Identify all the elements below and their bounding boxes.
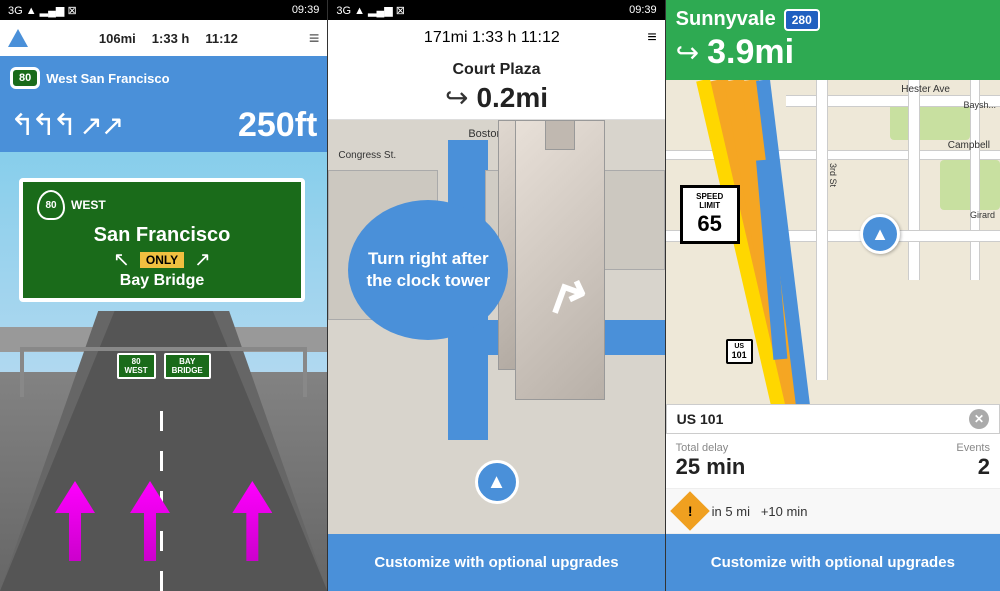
sign-arrow-left: ↖ bbox=[113, 247, 130, 272]
direction-banner-1: 80 West San Francisco bbox=[0, 56, 327, 100]
speed-limit-sign: SPEEDLIMIT 65 bbox=[680, 185, 740, 244]
street-v-1 bbox=[908, 80, 920, 280]
delay-label: Total delay bbox=[676, 442, 746, 454]
nav-stats-1: 106mi 1:33 h 11:12 bbox=[99, 31, 238, 46]
highway-101-badge: US 101 bbox=[726, 339, 753, 364]
signal-left: 3G ▲ ▂▄▆ ⊠ bbox=[8, 4, 77, 17]
street-v-2 bbox=[970, 80, 980, 280]
arrows-distance-banner: ↰↰↰ ↗↗ 250ft bbox=[0, 100, 327, 152]
nav-header-3: Sunnyvale 280 ↪ 3.9mi bbox=[666, 0, 1000, 80]
traffic-incident: ! in 5 mi +10 min bbox=[666, 489, 1000, 534]
gantry: 80WEST BAYBRIDGE bbox=[0, 347, 327, 387]
speed-limit-text: SPEEDLIMIT bbox=[691, 192, 729, 211]
delay-value: 25 min bbox=[676, 454, 746, 480]
customize-bar-2[interactable]: Customize with optional upgrades bbox=[328, 534, 664, 591]
nav-compass-2: ▲ bbox=[475, 460, 519, 504]
customize-bar-3[interactable]: Customize with optional upgrades bbox=[666, 534, 1000, 591]
sign-header: 80 WEST bbox=[37, 190, 287, 220]
gantry-post-left bbox=[20, 347, 24, 397]
route-direction: West San Francisco bbox=[46, 71, 317, 86]
distance-row-3: ↪ 3.9mi bbox=[676, 33, 990, 72]
warning-diamond-icon: ! bbox=[670, 491, 710, 531]
speed-number: 65 bbox=[691, 211, 729, 237]
road-view: 80 WEST San Francisco ↖ ONLY ↗ Bay Bridg… bbox=[0, 152, 327, 591]
map-area-3: Campbell Hester Ave Baysh... 3rd St Gira… bbox=[666, 80, 1000, 404]
turn-right-icon: ↪ bbox=[445, 81, 468, 114]
distance-3: 3.9mi bbox=[707, 33, 794, 72]
eta-stat-2: 11:12 bbox=[521, 29, 560, 46]
sign-bottom-row: ↖ ONLY ↗ bbox=[37, 247, 287, 272]
highway-sign: 80 WEST San Francisco ↖ ONLY ↗ Bay Bridg… bbox=[19, 178, 305, 302]
sign-city: San Francisco bbox=[37, 224, 287, 247]
distance-large-2: 0.2mi bbox=[476, 82, 548, 114]
customize-label-3: Customize with optional upgrades bbox=[711, 554, 955, 571]
clock-tower bbox=[515, 120, 605, 400]
highway-shield: 280 bbox=[784, 9, 820, 31]
sign-direction: WEST bbox=[71, 198, 106, 212]
nav-header-1: 106mi 1:33 h 11:12 ≡ bbox=[0, 20, 327, 56]
sign-arrow-right: ↗ bbox=[194, 247, 211, 272]
shield-number: 80 bbox=[45, 200, 56, 211]
customize-label-2: Customize with optional upgrades bbox=[374, 554, 618, 571]
bubble-text: Turn right after the clock tower bbox=[364, 248, 492, 292]
panel-1-highway: 3G ▲ ▂▄▆ ⊠ 09:39 106mi 1:33 h 11:12 ≡ 80… bbox=[0, 0, 327, 591]
city-name: Sunnyvale bbox=[676, 8, 776, 31]
gantry-signs: 80WEST BAYBRIDGE bbox=[40, 353, 287, 379]
sign-line2: Bay Bridge bbox=[37, 272, 287, 290]
incident-distance: in 5 mi bbox=[712, 504, 750, 519]
distance-stat: 106mi bbox=[99, 31, 136, 46]
us-text: US bbox=[732, 343, 747, 350]
highway-num: 101 bbox=[732, 350, 747, 360]
turn-right-3: ↪ bbox=[676, 36, 699, 69]
direction-banner-2: Court Plaza ↪ 0.2mi bbox=[328, 56, 664, 120]
map-3d: Boston Congress St. Br... ↱ Turn right a… bbox=[328, 120, 664, 534]
incident-delay: +10 min bbox=[761, 504, 808, 519]
shield-num: 80 bbox=[19, 72, 31, 84]
events-label: Events bbox=[956, 442, 990, 454]
incident-text: in 5 mi +10 min bbox=[712, 504, 808, 519]
gantry-beam bbox=[20, 347, 307, 351]
traffic-row: Total delay 25 min Events 2 bbox=[676, 442, 990, 480]
direction-row-2: ↪ 0.2mi bbox=[445, 81, 548, 114]
nav-stats-2: 171mi 1:33 h 11:12 bbox=[424, 29, 560, 47]
duration-stat: 1:33 h bbox=[152, 31, 190, 46]
panel-3-traffic: Sunnyvale 280 ↪ 3.9mi Campbell Hester Av… bbox=[666, 0, 1000, 591]
nav-triangle-icon bbox=[8, 29, 28, 47]
time-1: 09:39 bbox=[292, 4, 320, 16]
duration-stat-2: 1:33 h bbox=[472, 29, 516, 46]
gantry-sign-2: BAYBRIDGE bbox=[164, 353, 211, 379]
turn-arrows: ↰↰↰ bbox=[10, 108, 73, 143]
sunnyvale-row: Sunnyvale 280 bbox=[676, 8, 990, 31]
gantry-sign-1: 80WEST bbox=[117, 353, 156, 379]
events-value: 2 bbox=[956, 454, 990, 480]
delay-section: Total delay 25 min bbox=[676, 442, 746, 480]
distance-feet: 250ft bbox=[238, 106, 317, 145]
speech-bubble: Turn right after the clock tower bbox=[348, 200, 508, 340]
menu-icon-2[interactable]: ≡ bbox=[647, 29, 656, 47]
compass-arrow-3: ▲ bbox=[860, 214, 900, 254]
us101-label: US 101 bbox=[677, 411, 724, 427]
status-bar-1: 3G ▲ ▂▄▆ ⊠ 09:39 bbox=[0, 0, 327, 20]
destination-name: Court Plaza bbox=[453, 61, 541, 79]
status-bar-2: 3G ▲ ▂▄▆ ⊠ 09:39 bbox=[328, 0, 664, 20]
clock-tower-spire bbox=[545, 120, 575, 150]
traffic-info: Total delay 25 min Events 2 bbox=[666, 434, 1000, 489]
events-section: Events 2 bbox=[956, 442, 990, 480]
sign-only: ONLY bbox=[140, 252, 184, 268]
signal-2: 3G ▲ ▂▄▆ ⊠ bbox=[336, 4, 405, 17]
panel-2-3d-map: 3G ▲ ▂▄▆ ⊠ 09:39 171mi 1:33 h 11:12 ≡ Co… bbox=[328, 0, 664, 591]
nav-header-2: 171mi 1:33 h 11:12 ≡ bbox=[328, 20, 664, 56]
eta-stat: 11:12 bbox=[205, 31, 238, 46]
sign-shield-80: 80 bbox=[37, 190, 65, 220]
route-shield: 80 bbox=[10, 67, 40, 89]
time-2: 09:39 bbox=[629, 4, 657, 16]
gantry-post-right bbox=[303, 347, 307, 397]
close-button[interactable]: ✕ bbox=[969, 409, 989, 429]
us101-bar: US 101 ✕ bbox=[666, 404, 1000, 434]
continue-arrows: ↗↗ bbox=[79, 109, 122, 142]
warning-symbol: ! bbox=[687, 503, 692, 519]
distance-stat-2: 171mi bbox=[424, 29, 468, 46]
street-v-3 bbox=[816, 80, 828, 380]
menu-icon-1[interactable]: ≡ bbox=[309, 29, 320, 47]
